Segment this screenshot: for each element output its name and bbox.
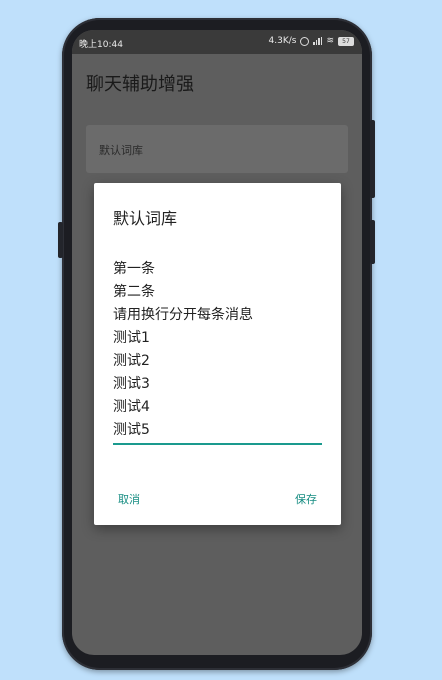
status-time: 晚上10:44 (79, 40, 123, 50)
power-button (370, 220, 375, 264)
edit-dialog: 默认词库 第一条 第二条 请用换行分开每条消息 测试1 测试2 测试3 测试4 … (94, 183, 341, 525)
dialog-title: 默认词库 (113, 209, 178, 228)
cancel-button[interactable]: 取消 (118, 491, 140, 507)
phrases-input[interactable]: 第一条 第二条 请用换行分开每条消息 测试1 测试2 测试3 测试4 测试5 (113, 258, 322, 445)
status-indicators: 4.3K/s ≋ 57 (269, 36, 354, 46)
phrase-line: 测试5 (113, 422, 150, 438)
battery-icon: 57 (338, 36, 354, 46)
phone-side-button (58, 222, 63, 258)
save-button[interactable]: 保存 (295, 491, 317, 507)
alarm-icon (300, 36, 310, 46)
page-title: 聊天辅助增强 (86, 74, 194, 95)
phrase-line: 测试3 (113, 376, 150, 392)
wifi-icon: ≋ (326, 35, 334, 46)
volume-button (370, 120, 375, 198)
phrase-line: 测试1 (113, 330, 150, 346)
phrase-line: 测试4 (113, 399, 150, 415)
phrase-line: 测试2 (113, 353, 150, 369)
phrase-line: 第二条 (113, 284, 155, 300)
phrase-line: 第一条 (113, 261, 155, 277)
signal-icon (313, 37, 323, 45)
network-speed: 4.3K/s (268, 36, 297, 46)
list-item-label: 默认词库 (99, 144, 143, 157)
phrase-line: 请用换行分开每条消息 (113, 307, 253, 323)
status-bar: 晚上10:44 4.3K/s ≋ 57 (72, 30, 362, 54)
list-item-default-library[interactable]: 默认词库 (86, 125, 348, 173)
